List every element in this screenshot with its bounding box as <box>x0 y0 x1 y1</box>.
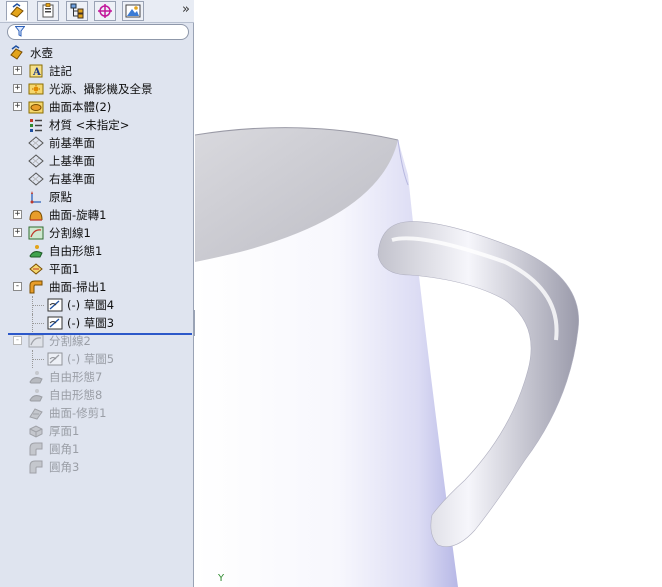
tree-item[interactable]: 平面1 <box>0 260 194 278</box>
fillet-icon <box>28 459 44 475</box>
feature-manager-panel: » 水壺 + A 註記 + 光源、攝影機及全景 + 曲面本體(2) 材質 <未指定> 前基準面上基… <box>0 0 194 587</box>
featuremanager-tab[interactable] <box>6 1 28 21</box>
configurationmanager-tab[interactable] <box>66 1 88 21</box>
tree-item[interactable]: 材質 <未指定> <box>0 116 194 134</box>
tree-item-label: 上基準面 <box>49 154 95 168</box>
tree-item[interactable]: (-) 草圖5 <box>0 350 194 368</box>
tree-item-label: 曲面-旋轉1 <box>49 208 107 222</box>
surface-trim-icon <box>28 405 44 421</box>
freeform-icon <box>28 243 44 259</box>
tree-item-label: 曲面本體(2) <box>49 100 112 114</box>
expand-toggle[interactable]: + <box>13 66 22 75</box>
tree-item[interactable]: + A 註記 <box>0 62 194 80</box>
tree-item-label: 註記 <box>49 64 72 78</box>
propertymanager-icon <box>42 3 54 18</box>
sketch-icon <box>47 315 63 331</box>
dimxpertmanager-icon <box>98 4 112 18</box>
tree-item-label: 自由形態7 <box>49 370 103 384</box>
tree-item-label: (-) 草圖4 <box>67 298 115 312</box>
tree-item[interactable]: 自由形態8 <box>0 386 194 404</box>
tree-item-label: 分割線2 <box>49 334 91 348</box>
tree-item-label: (-) 草圖5 <box>67 352 115 366</box>
tree-item[interactable]: + 曲面-旋轉1 <box>0 206 194 224</box>
tree-item[interactable]: + 曲面本體(2) <box>0 98 194 116</box>
displaymanager-icon <box>125 4 141 18</box>
tree-item[interactable]: 圓角1 <box>0 440 194 458</box>
tree-item[interactable]: 前基準面 <box>0 134 194 152</box>
tree-item-label: 分割線1 <box>49 226 91 240</box>
tree-item[interactable]: (-) 草圖4 <box>0 296 194 314</box>
tree-item[interactable]: 上基準面 <box>0 152 194 170</box>
thicken-icon <box>28 423 44 439</box>
tree-item-label: 材質 <未指定> <box>49 118 130 132</box>
expand-toggle[interactable]: + <box>13 210 22 219</box>
tree-item-label: 前基準面 <box>49 136 95 150</box>
expand-toggle[interactable]: + <box>13 102 22 111</box>
material-icon <box>28 117 44 133</box>
collapse-toggle[interactable]: - <box>13 336 22 345</box>
tree-item-label: 圓角1 <box>49 442 80 456</box>
expand-toggle[interactable]: + <box>13 228 22 237</box>
tree-item[interactable]: 圓角3 <box>0 458 194 476</box>
model-view <box>195 127 579 587</box>
plane-icon <box>28 153 44 169</box>
tree-item[interactable]: + 分割線1 <box>0 224 194 242</box>
annotations-icon: A <box>28 63 44 79</box>
tree-item-label: 厚面1 <box>49 424 80 438</box>
tree-item[interactable]: 右基準面 <box>0 170 194 188</box>
tree-item[interactable]: 自由形態7 <box>0 368 194 386</box>
tree-item-label: 自由形態1 <box>49 244 103 258</box>
tree-item[interactable]: + 光源、攝影機及全景 <box>0 80 194 98</box>
tree-item[interactable]: 自由形態1 <box>0 242 194 260</box>
tree-root-label: 水壺 <box>30 46 53 60</box>
plane-icon <box>28 171 44 187</box>
tree-item-label: 光源、攝影機及全景 <box>49 82 153 96</box>
svg-text:A: A <box>32 67 41 78</box>
expand-toggle[interactable]: + <box>13 84 22 93</box>
tree-item-label: 右基準面 <box>49 172 95 186</box>
freeform-icon <box>28 387 44 403</box>
tree-filter-input[interactable] <box>7 24 189 40</box>
tree-item-label: (-) 草圖3 <box>67 316 115 330</box>
collapse-toggle[interactable]: - <box>13 282 22 291</box>
tree-item-label: 自由形態8 <box>49 388 103 402</box>
planar-surface-icon <box>28 261 44 277</box>
displaymanager-tab[interactable] <box>122 1 144 21</box>
fillet-icon <box>28 441 44 457</box>
tree-item-label: 曲面-修剪1 <box>49 406 107 420</box>
tree-item-label: 圓角3 <box>49 460 80 474</box>
origin-icon <box>28 189 44 205</box>
tree-item[interactable]: (-) 草圖3 <box>0 314 194 332</box>
propertymanager-tab[interactable] <box>37 1 59 21</box>
filter-icon <box>14 26 26 40</box>
graphics-area[interactable] <box>195 0 662 587</box>
surface-revolve-icon <box>28 207 44 223</box>
axis-triad-label: Y <box>218 573 225 584</box>
tree-item[interactable]: 厚面1 <box>0 422 194 440</box>
configurationmanager-icon <box>70 3 84 19</box>
featuremanager-icon <box>10 3 24 18</box>
tree-item[interactable]: - 曲面-掃出1 <box>0 278 194 296</box>
part-icon <box>9 45 25 61</box>
surface-sweep-icon <box>28 279 44 295</box>
sketch-icon <box>47 351 63 367</box>
tree-item-label: 原點 <box>49 190 72 204</box>
tree-root[interactable]: 水壺 <box>0 44 194 62</box>
split-line-icon <box>28 333 44 349</box>
manager-tabs: » <box>0 0 194 23</box>
more-tabs-button[interactable]: » <box>182 2 190 17</box>
split-line-icon <box>28 225 44 241</box>
freeform-icon <box>28 369 44 385</box>
sketch-icon <box>47 297 63 313</box>
rollback-bar[interactable] <box>8 333 192 335</box>
tree-item[interactable]: 曲面-修剪1 <box>0 404 194 422</box>
tree-item-label: 平面1 <box>49 262 80 276</box>
plane-icon <box>28 135 44 151</box>
lights-cameras-icon <box>28 81 44 97</box>
surface-bodies-icon <box>28 99 44 115</box>
tree-item-label: 曲面-掃出1 <box>49 280 107 294</box>
dimxpertmanager-tab[interactable] <box>94 1 116 21</box>
tree-item[interactable]: 原點 <box>0 188 194 206</box>
